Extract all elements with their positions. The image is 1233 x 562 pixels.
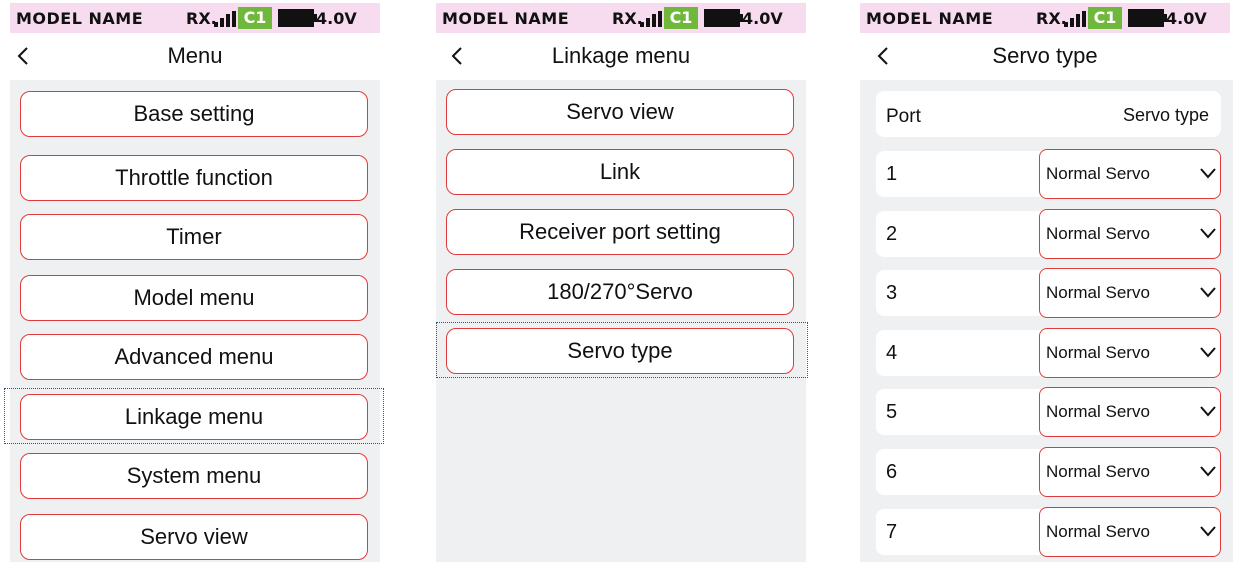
table-row: 1 Normal Servo [876, 149, 1221, 199]
page-title: Menu [167, 43, 223, 68]
port-number: 1 [886, 163, 898, 185]
page-title: Linkage menu [551, 43, 691, 68]
chevron-down-icon [1200, 168, 1216, 179]
advanced-menu-button[interactable]: Advanced menu [20, 334, 368, 380]
battery-icon [704, 9, 743, 27]
chevron-down-icon [1200, 347, 1216, 358]
servo-view-button[interactable]: Servo view [446, 89, 794, 135]
chevron-down-icon [1200, 406, 1216, 417]
menu-screen: MODEL NAME RX. C1 4.0V Menu Base setting… [4, 0, 384, 562]
channel-badge: C1 [238, 7, 272, 29]
model-name: MODEL NAME [16, 9, 144, 28]
servo-type-dropdown[interactable]: Normal Servo [1039, 209, 1221, 259]
status-bar: MODEL NAME RX. C1 4.0V [436, 3, 806, 33]
servo-180-270-button[interactable]: 180/270°Servo [446, 269, 794, 315]
voltage-readout: 4.0V [1166, 9, 1207, 28]
page-title: Servo type [992, 43, 1098, 68]
model-name: MODEL NAME [866, 9, 994, 28]
servo-type-dropdown[interactable]: Normal Servo [1039, 507, 1221, 557]
table-row: 7 Normal Servo [876, 507, 1221, 557]
port-number: 6 [886, 461, 898, 483]
throttle-function-button[interactable]: Throttle function [20, 155, 368, 201]
servo-type-dropdown[interactable]: Normal Servo [1039, 387, 1221, 437]
link-button[interactable]: Link [446, 149, 794, 195]
battery-icon [278, 9, 317, 27]
base-setting-button[interactable]: Base setting [20, 91, 368, 137]
channel-badge: C1 [1088, 7, 1122, 29]
table-row: 3 Normal Servo [876, 268, 1221, 318]
chevron-down-icon [1200, 228, 1216, 239]
receiver-port-setting-button[interactable]: Receiver port setting [446, 209, 794, 255]
model-menu-button[interactable]: Model menu [20, 275, 368, 321]
table-header: Port Servo type [876, 91, 1221, 137]
servo-type-column-header: Servo type [1122, 105, 1209, 125]
timer-button[interactable]: Timer [20, 214, 368, 260]
table-row: 4 Normal Servo [876, 328, 1221, 378]
voltage-readout: 4.0V [742, 9, 783, 28]
port-number: 5 [886, 401, 898, 423]
battery-icon [1128, 9, 1167, 27]
dropdown-value: Normal Servo [1046, 462, 1150, 481]
servo-type-screen: MODEL NAME RX. C1 4.0V Servo type Port S… [860, 0, 1233, 562]
dropdown-value: Normal Servo [1046, 164, 1150, 183]
chevron-down-icon [1200, 526, 1216, 537]
dropdown-value: Normal Servo [1046, 283, 1150, 302]
servo-type-dropdown[interactable]: Normal Servo [1039, 328, 1221, 378]
dropdown-value: Normal Servo [1046, 343, 1150, 362]
dropdown-value: Normal Servo [1046, 522, 1150, 541]
dropdown-value: Normal Servo [1046, 402, 1150, 421]
linkage-panel: Servo view Link Receiver port setting 18… [436, 80, 808, 562]
linkage-menu-button[interactable]: Linkage menu [20, 394, 368, 440]
rx-label: RX. [1036, 9, 1067, 28]
servo-view-button[interactable]: Servo view [20, 514, 368, 560]
rx-label: RX. [612, 9, 643, 28]
channel-badge: C1 [664, 7, 698, 29]
rx-label: RX. [186, 9, 217, 28]
table-row: 6 Normal Servo [876, 447, 1221, 497]
servo-type-dropdown[interactable]: Normal Servo [1039, 268, 1221, 318]
servo-type-dropdown[interactable]: Normal Servo [1039, 447, 1221, 497]
port-number: 7 [886, 521, 898, 543]
signal-bars-icon [640, 11, 662, 27]
menu-panel: Base setting Throttle function Timer Mod… [4, 80, 384, 562]
servo-type-dropdown[interactable]: Normal Servo [1039, 149, 1221, 199]
port-number: 3 [886, 282, 898, 304]
table-row: 5 Normal Servo [876, 387, 1221, 437]
table-row: 2 Normal Servo [876, 209, 1221, 259]
signal-bars-icon [1064, 11, 1086, 27]
voltage-readout: 4.0V [316, 9, 357, 28]
system-menu-button[interactable]: System menu [20, 453, 368, 499]
dropdown-value: Normal Servo [1046, 224, 1150, 243]
chevron-down-icon [1200, 287, 1216, 298]
status-bar: MODEL NAME RX. C1 4.0V [860, 3, 1230, 33]
signal-bars-icon [214, 11, 236, 27]
port-column-header: Port [886, 106, 921, 127]
port-number: 2 [886, 223, 898, 245]
servo-type-button[interactable]: Servo type [446, 328, 794, 374]
status-bar: MODEL NAME RX. C1 4.0V [10, 3, 380, 33]
chevron-down-icon [1200, 466, 1216, 477]
linkage-menu-screen: MODEL NAME RX. C1 4.0V Linkage menu Serv… [436, 0, 808, 562]
port-number: 4 [886, 342, 898, 364]
model-name: MODEL NAME [442, 9, 570, 28]
